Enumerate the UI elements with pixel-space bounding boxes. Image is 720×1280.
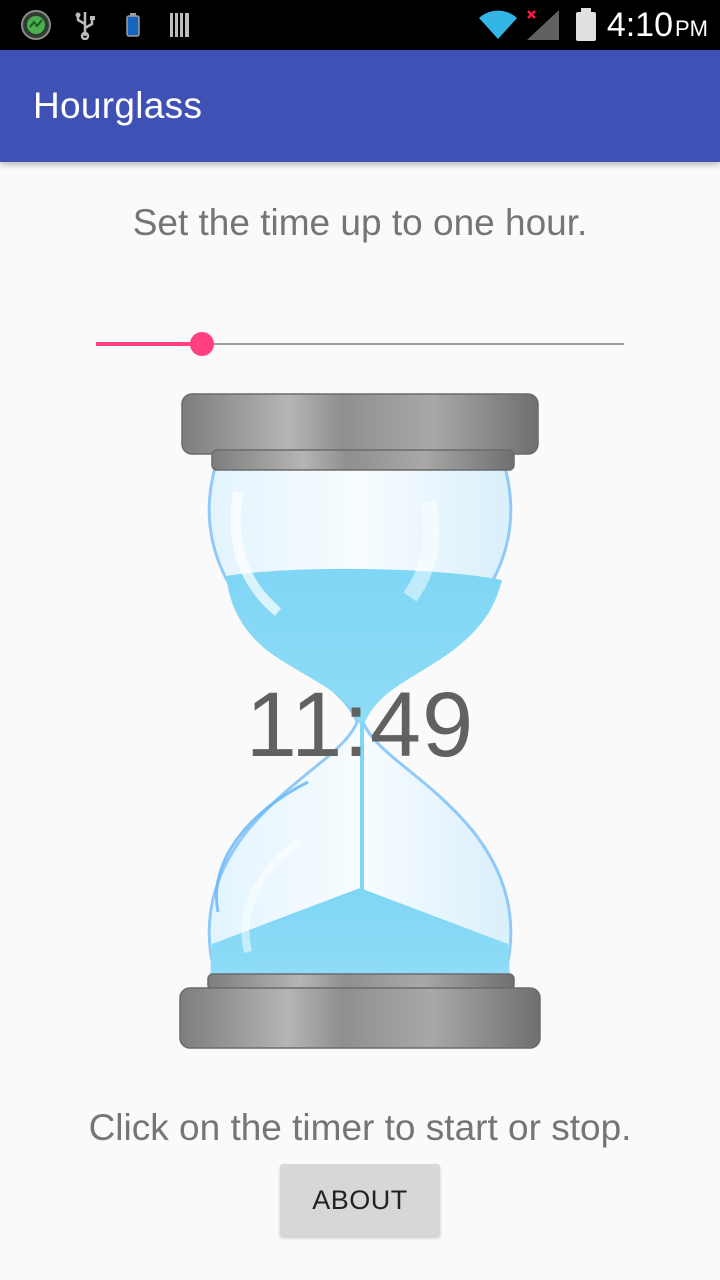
hint-text: Click on the timer to start or stop. bbox=[88, 1107, 632, 1148]
time-slider[interactable] bbox=[96, 326, 624, 362]
status-time-ampm: PM bbox=[675, 16, 708, 41]
battery-icon bbox=[574, 8, 598, 42]
app-title: Hourglass bbox=[33, 85, 203, 126]
battery-small-icon bbox=[124, 8, 142, 42]
signal-no-service-icon bbox=[524, 8, 564, 42]
status-time: 4:10PM bbox=[607, 6, 708, 44]
about-button[interactable]: ABOUT bbox=[280, 1164, 440, 1236]
wifi-icon bbox=[476, 8, 520, 42]
barcode-icon bbox=[168, 8, 192, 42]
status-time-value: 4:10 bbox=[606, 6, 673, 44]
status-bar: 4:10PM bbox=[0, 0, 720, 50]
slider-thumb[interactable] bbox=[190, 332, 214, 356]
app-notification-icon bbox=[18, 8, 54, 42]
app-bar: Hourglass bbox=[0, 50, 720, 162]
instruction-text: Set the time up to one hour. bbox=[132, 202, 588, 243]
slider-fill bbox=[96, 342, 202, 346]
timer-display[interactable]: 11:49 bbox=[0, 670, 720, 780]
usb-icon bbox=[72, 8, 98, 42]
